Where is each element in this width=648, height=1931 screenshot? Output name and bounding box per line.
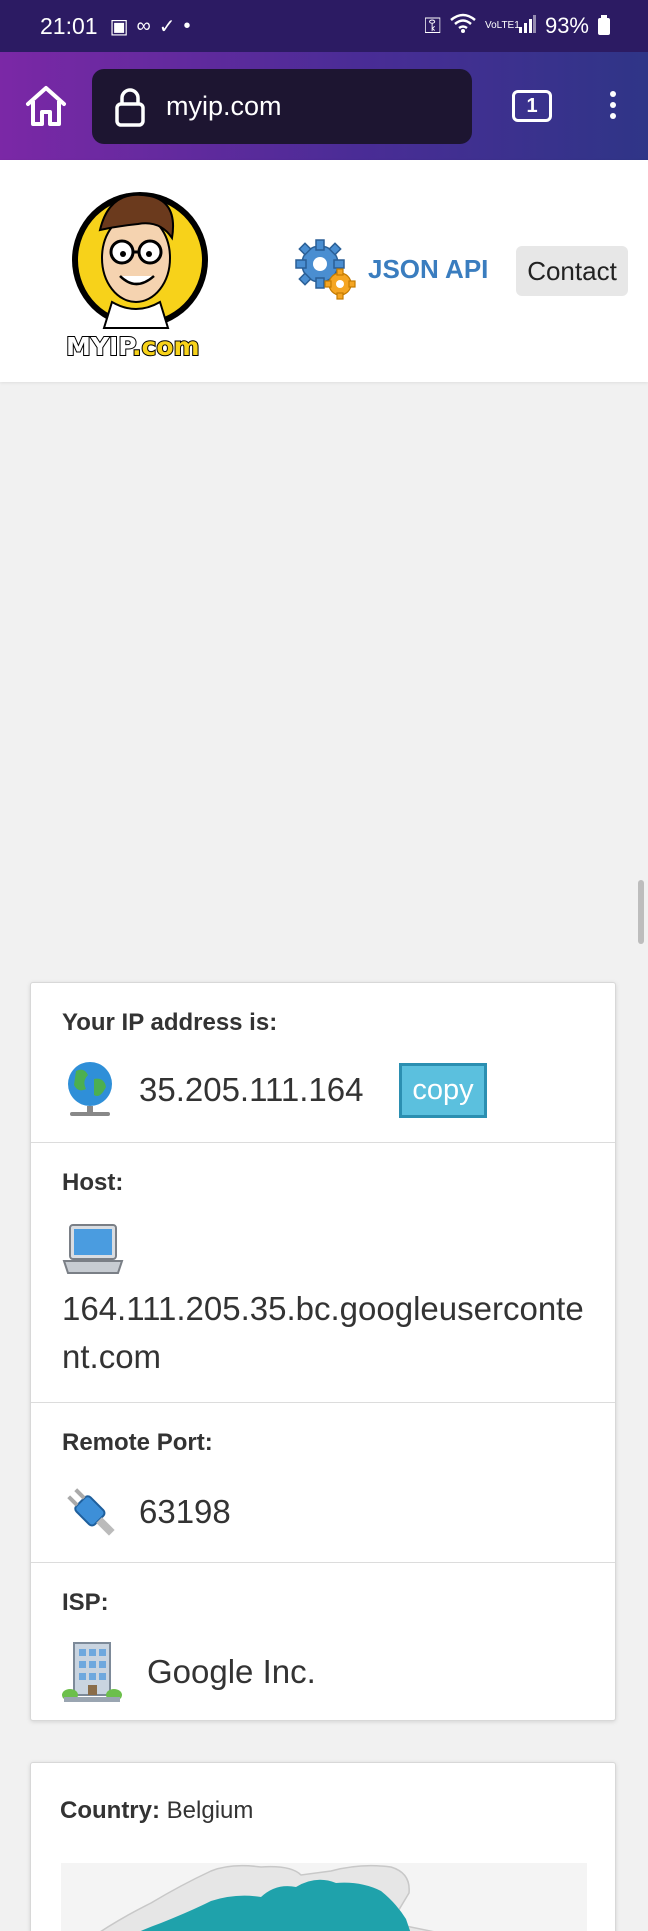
isp-value: Google Inc. <box>147 1653 316 1690</box>
host-row: Host: 164.111.205.35.bc.googleuserconten… <box>31 1143 615 1403</box>
key-icon: ⚿ <box>424 13 441 38</box>
url-text[interactable]: myip.com <box>166 91 282 122</box>
image-icon: ▣ <box>109 15 129 38</box>
logo-text-suffix: .com <box>131 331 201 362</box>
voicemail-icon: ∞ <box>136 14 151 37</box>
building-icon <box>62 1642 122 1702</box>
isp-row: ISP: Google Inc. <box>31 1563 615 1721</box>
logo-text-main: MYIP <box>65 331 133 362</box>
json-api-link[interactable]: JSON API <box>294 238 488 300</box>
host-label: Host: <box>62 1169 124 1196</box>
laptop-icon <box>62 1224 124 1274</box>
wifi-icon <box>450 13 476 39</box>
home-icon[interactable] <box>22 82 70 130</box>
country-line: Country: Belgium <box>60 1797 253 1825</box>
tabs-icon[interactable]: 1 <box>512 90 552 122</box>
battery-level: 93% <box>544 13 589 38</box>
json-api-label[interactable]: JSON API <box>368 254 488 285</box>
battery-icon <box>598 14 610 35</box>
gear-icon <box>295 239 356 300</box>
plug-icon <box>67 1488 115 1536</box>
check-circle-icon: ✓ <box>158 15 176 38</box>
contact-button[interactable]: Contact <box>516 246 628 296</box>
port-row: Remote Port: 63198 <box>31 1403 615 1563</box>
url-bar[interactable]: myip.com <box>92 69 472 144</box>
lock-icon[interactable] <box>114 87 146 127</box>
country-map <box>61 1863 587 1931</box>
logo-text[interactable]: MYIP.com <box>65 331 201 362</box>
country-card: Country: Belgium <box>30 1762 616 1931</box>
dot-icon: • <box>183 14 191 37</box>
isp-label: ISP: <box>62 1589 109 1616</box>
status-time: 21:01 <box>40 12 98 39</box>
copy-button[interactable]: copy <box>399 1063 487 1118</box>
status-bar: 21:01 ▣ ∞ ✓ • ⚿ VoLTE1 93% <box>0 0 648 52</box>
port-value: 63198 <box>139 1493 231 1530</box>
globe-icon <box>68 1062 112 1116</box>
ip-info-card: Your IP address is: 35.205.111.164 copy … <box>30 982 616 1721</box>
ip-row: Your IP address is: 35.205.111.164 copy <box>31 983 615 1143</box>
more-vert-icon[interactable] <box>598 86 628 128</box>
page-scrollbar[interactable] <box>638 880 644 944</box>
ip-value: 35.205.111.164 <box>139 1071 364 1108</box>
site-header: MYIP.com JSON API Contact <box>0 160 648 382</box>
status-right-group: ⚿ VoLTE1 93% <box>424 0 610 52</box>
signal-icon <box>518 13 536 39</box>
port-label: Remote Port: <box>62 1429 213 1456</box>
country-value: Belgium <box>166 1797 254 1824</box>
host-value: 164.111.205.35.bc.googleusercontent.com <box>62 1290 584 1375</box>
network-type: VoLTE1 <box>484 20 520 31</box>
browser-toolbar: myip.com 1 <box>0 52 648 160</box>
country-label: Country: <box>60 1797 160 1824</box>
ip-label: Your IP address is: <box>62 1009 278 1036</box>
